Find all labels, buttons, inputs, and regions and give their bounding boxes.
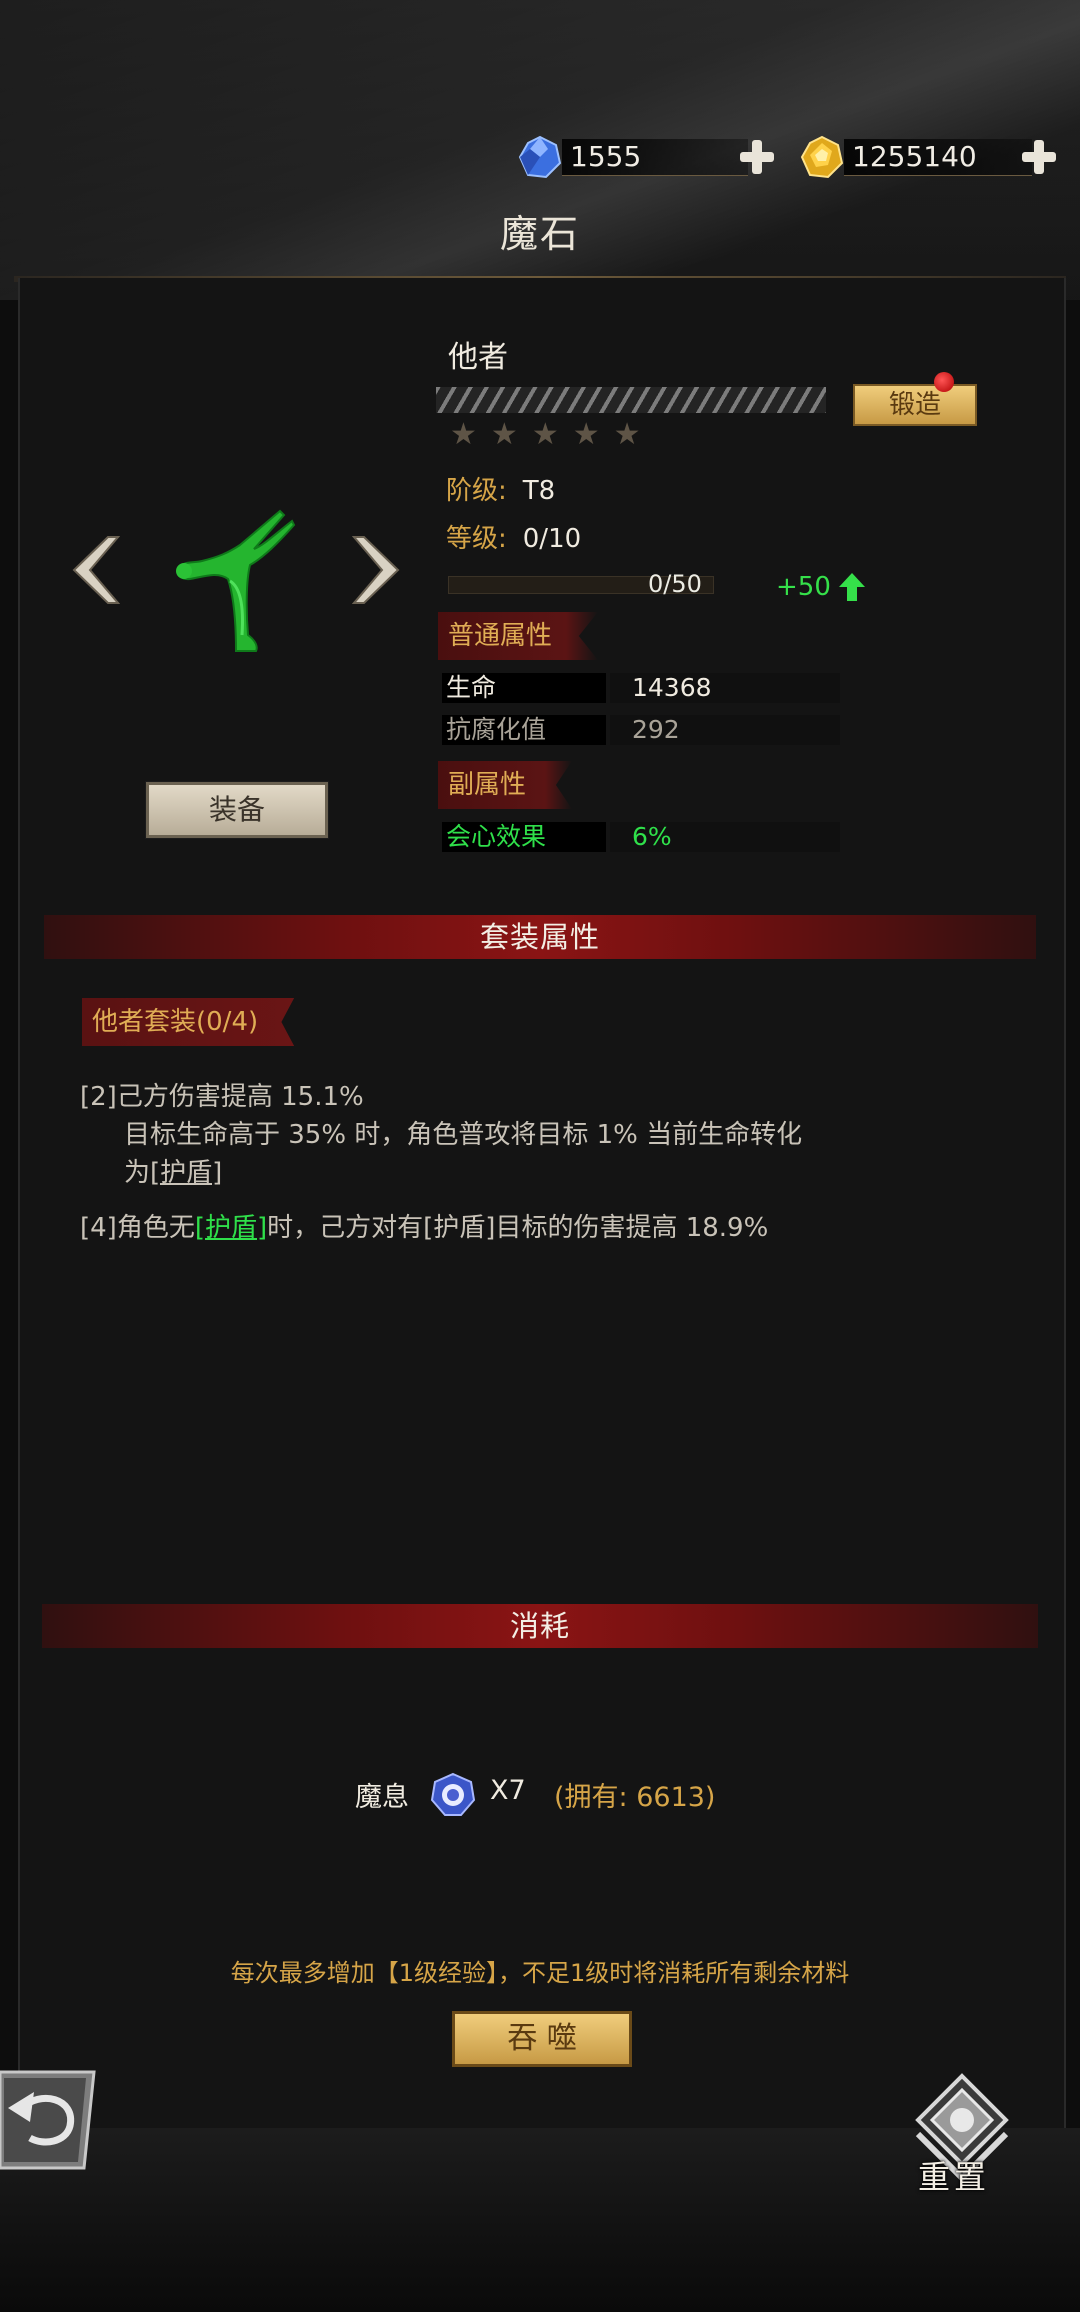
star-icon: ★ [531, 417, 559, 452]
level-label: 等级: [446, 524, 507, 554]
set-effect-text: 己方伤害提高 15.1% [116, 1082, 364, 1112]
star-icon: ★ [450, 417, 477, 452]
xp-progress-text: 0/50 [648, 570, 702, 598]
stat-label: 会心效果 [442, 822, 606, 852]
gold-gem-icon [800, 135, 844, 179]
gold-count: 1255140 [844, 138, 1032, 176]
stat-value: 14368 [632, 673, 712, 702]
stat-row-hp: 生命 14368 [442, 673, 840, 703]
set-effect-2: [2]己方伤害提高 15.1% [80, 1076, 364, 1113]
star-icon: ★ [490, 417, 518, 452]
basic-attributes-header: 普通属性 [438, 612, 598, 660]
material-name: 魔息 [355, 1782, 409, 1813]
tier-row: 阶级: T8 [446, 470, 555, 507]
stat-value: 6% [632, 822, 672, 851]
set-effect-4: [4]角色无[护盾]时，己方对有[护盾]目标的伤害提高 18.9% [80, 1207, 768, 1244]
consume-note: 每次最多增加【1级经验】，不足1级时将消耗所有剩余材料 [230, 1959, 850, 1987]
star-icon: ★ [572, 417, 600, 452]
set-effect-2-detail: 目标生命高于 35% 时，角色普攻将目标 1% 当前生命转化 [124, 1120, 803, 1150]
stat-row-corruption-resist: 抗腐化值 292 [442, 715, 840, 745]
set-attributes-header: 套装属性 [44, 915, 1036, 959]
item-figure-icon [170, 505, 300, 655]
up-arrow-icon [839, 573, 865, 601]
set-effect-text: 时，己方对有[护盾]目标的伤害提高 18.9% [267, 1213, 769, 1243]
stat-label: 抗腐化值 [442, 715, 606, 745]
set-effect-text: 为 [124, 1158, 151, 1188]
stat-label: 生命 [442, 673, 606, 703]
set-effect-text: 角色无 [116, 1213, 195, 1243]
star-rating: ★ ★ ★ ★ ★ [450, 420, 641, 450]
notification-dot [934, 372, 954, 392]
shield-keyword-link[interactable]: [护盾] [195, 1213, 267, 1243]
back-button[interactable] [0, 2068, 100, 2172]
tier-label: 阶级: [446, 476, 507, 506]
set-name-ribbon: 他者套装(0/4) [82, 998, 295, 1046]
item-progress-decoration [436, 387, 826, 413]
shield-keyword-link[interactable]: [护盾] [150, 1158, 222, 1188]
set-effect-tag: [4] [80, 1213, 117, 1243]
sub-attributes-header: 副属性 [438, 761, 572, 809]
consume-header: 消耗 [42, 1604, 1038, 1648]
item-name: 他者 [448, 340, 508, 375]
reset-button-label[interactable]: 重置 [918, 2152, 990, 2198]
devour-button[interactable]: 吞 噬 [452, 2011, 632, 2067]
set-effect-2-detail-cont: 为[护盾] [124, 1152, 222, 1189]
gem-counter: 1555 [518, 134, 748, 180]
forge-button[interactable]: 锻造 [853, 384, 977, 426]
add-gems-button[interactable] [738, 138, 776, 176]
gold-counter: 1255140 [800, 134, 1032, 180]
level-value: 0/10 [522, 524, 582, 554]
blue-gem-icon [518, 135, 562, 179]
xp-gain-text: +50 [776, 572, 831, 602]
stat-row-crit-effect: 会心效果 6% [442, 822, 840, 852]
next-item-button[interactable] [351, 535, 404, 605]
add-gold-button[interactable] [1020, 138, 1058, 176]
material-owned: (拥有: 6613) [554, 1782, 716, 1813]
set-effect-tag: [2] [80, 1082, 117, 1112]
tier-value: T8 [522, 476, 556, 506]
prev-item-button[interactable] [68, 535, 121, 605]
star-icon: ★ [613, 417, 641, 452]
material-quantity: X7 [490, 1775, 526, 1806]
gem-count: 1555 [562, 138, 748, 176]
blue-orb-icon [430, 1772, 476, 1816]
page-title: 魔石 [499, 212, 580, 256]
level-row: 等级: 0/10 [446, 518, 581, 555]
equip-button[interactable]: 装备 [146, 782, 328, 838]
stat-value: 292 [632, 715, 680, 744]
